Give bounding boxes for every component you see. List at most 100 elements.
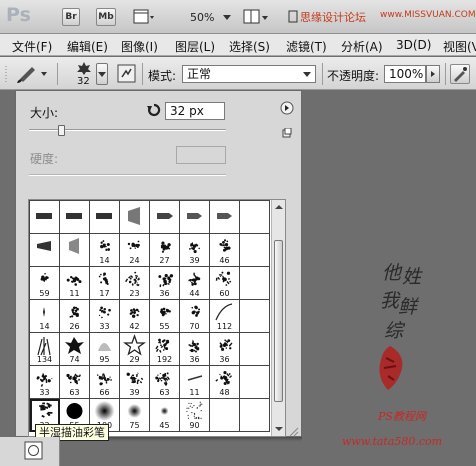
brush-picker-toggle[interactable] [96, 63, 108, 85]
menu-view[interactable]: 视图(V) [443, 38, 476, 55]
brush-preset-4-2[interactable]: 95 [90, 333, 120, 366]
opacity-input[interactable]: 100% [384, 65, 426, 83]
brush-preset-3-4[interactable]: 55 [150, 300, 180, 333]
brush-preset-2-5[interactable]: 44 [180, 267, 210, 300]
brush-preset-3-7[interactable] [240, 300, 270, 333]
brush-preset-0-1[interactable] [60, 201, 90, 234]
brush-tip-icon [128, 207, 140, 225]
brush-preset-2-2[interactable]: 17 [90, 267, 120, 300]
brush-list-scrollbar[interactable] [271, 200, 285, 436]
brush-preset-2-7[interactable] [240, 267, 270, 300]
quick-mask-icon[interactable] [24, 441, 44, 461]
menu-file[interactable]: 文件(F) [12, 38, 52, 55]
brush-preset-6-7[interactable] [240, 399, 270, 432]
panel-resize-grip[interactable] [287, 425, 299, 437]
brush-preset-0-4[interactable] [150, 201, 180, 234]
brush-preset-5-2[interactable]: 66 [90, 366, 120, 399]
brush-preset-2-6[interactable]: 60 [210, 267, 240, 300]
brush-preset-5-4[interactable]: 63 [150, 366, 180, 399]
brush-preset-6-4[interactable]: 45 [150, 399, 180, 432]
brush-preset-4-7[interactable] [240, 333, 270, 366]
new-preset-button[interactable] [282, 127, 292, 138]
brush-preset-0-2[interactable] [90, 201, 120, 234]
brush-preset-4-0[interactable]: 134 [30, 333, 60, 366]
brush-preset-3-2[interactable]: 33 [90, 300, 120, 333]
red-seal-icon [379, 346, 403, 390]
zoom-dropdown-icon[interactable] [223, 15, 231, 20]
reset-icon [147, 103, 161, 117]
brush-preset-6-5[interactable]: 90 [180, 399, 210, 432]
brush-preset-1-0[interactable] [30, 234, 60, 267]
scroll-up-icon[interactable] [272, 202, 286, 212]
chevron-right-icon [431, 71, 435, 77]
launch-minibridge-button[interactable]: Mb [96, 8, 116, 26]
brush-preset-5-6[interactable]: 48 [210, 366, 240, 399]
brush-preset-1-2[interactable]: 14 [90, 234, 120, 267]
brush-preset-5-3[interactable]: 39 [120, 366, 150, 399]
brush-panel-toggle[interactable] [117, 64, 137, 84]
options-grip[interactable] [4, 64, 10, 84]
menu-edit[interactable]: 编辑(E) [67, 38, 108, 55]
panel-menu-button[interactable] [280, 101, 294, 115]
brush-preset-1-4[interactable]: 27 [150, 234, 180, 267]
screen-mode-button[interactable] [288, 8, 298, 26]
brush-preset-5-7[interactable] [240, 366, 270, 399]
brush-preset-4-1[interactable]: 74 [60, 333, 90, 366]
brush-preset-5-5[interactable]: 11 [180, 366, 210, 399]
brush-preset-1-6[interactable]: 46 [210, 234, 240, 267]
reset-size-button[interactable] [147, 103, 161, 117]
brush-preset-4-4[interactable]: 192 [150, 333, 180, 366]
scrollbar-thumb[interactable] [274, 240, 283, 402]
brush-preset-2-1[interactable]: 11 [60, 267, 90, 300]
blend-mode-select[interactable]: 正常 [182, 65, 316, 83]
arrange-documents-button[interactable] [243, 8, 271, 26]
brush-size-readout: 32 [77, 76, 90, 87]
opacity-slider-button[interactable] [426, 65, 440, 83]
launch-bridge-button[interactable]: Br [62, 8, 80, 26]
size-slider-thumb[interactable] [57, 125, 65, 136]
menu-select[interactable]: 选择(S) [229, 38, 270, 55]
brush-preset-0-7[interactable] [240, 201, 270, 234]
menu-filter[interactable]: 滤镜(T) [286, 38, 327, 55]
brush-preset-4-5[interactable]: 36 [180, 333, 210, 366]
brush-preset-preview[interactable]: 32 [74, 60, 94, 88]
airbrush-toggle[interactable] [450, 64, 470, 84]
brush-preset-0-3[interactable] [120, 201, 150, 234]
brush-preset-6-3[interactable]: 75 [120, 399, 150, 432]
brush-preset-0-0[interactable] [30, 201, 60, 234]
tool-preset-picker[interactable] [14, 63, 50, 85]
brush-preset-3-3[interactable]: 42 [120, 300, 150, 333]
scroll-down-icon[interactable] [272, 424, 286, 434]
brush-preset-0-6[interactable] [210, 201, 240, 234]
brush-preset-1-5[interactable]: 39 [180, 234, 210, 267]
brush-preset-1-1[interactable] [60, 234, 90, 267]
brush-size-label: 192 [156, 355, 173, 364]
brush-size-label: 70 [189, 322, 200, 331]
zoom-level[interactable]: 50% [190, 11, 214, 24]
brush-preset-5-0[interactable]: 33 [30, 366, 60, 399]
brush-preset-2-4[interactable]: 36 [150, 267, 180, 300]
brush-preset-1-3[interactable]: 24 [120, 234, 150, 267]
brush-preset-0-5[interactable] [180, 201, 210, 234]
brush-preset-3-0[interactable]: 14 [30, 300, 60, 333]
brush-preset-3-1[interactable]: 26 [60, 300, 90, 333]
extras-menu-button[interactable] [133, 8, 155, 26]
menu-layer[interactable]: 图层(L) [175, 38, 215, 55]
brush-tip-icon [69, 238, 79, 254]
brush-preset-3-6[interactable]: 112 [210, 300, 240, 333]
size-input[interactable]: 32 px [165, 102, 225, 120]
brush-size-label: 33 [99, 322, 110, 331]
brush-preset-2-3[interactable]: 23 [120, 267, 150, 300]
menu-analysis[interactable]: 分析(A) [341, 38, 383, 55]
menu-3d[interactable]: 3D(D) [396, 38, 431, 52]
brush-preset-6-6[interactable] [210, 399, 240, 432]
brush-preset-2-0[interactable]: 59 [30, 267, 60, 300]
brush-preset-1-7[interactable] [240, 234, 270, 267]
brush-size-label: 14 [99, 256, 110, 265]
document-canvas-area[interactable]: 他 姓 我 鲜 综 PS教程网 www.tata580.com [302, 90, 476, 466]
brush-preset-5-1[interactable]: 63 [60, 366, 90, 399]
brush-preset-4-6[interactable]: 36 [210, 333, 240, 366]
brush-preset-3-5[interactable]: 70 [180, 300, 210, 333]
menu-image[interactable]: 图像(I) [121, 38, 158, 55]
brush-preset-4-3[interactable]: 29 [120, 333, 150, 366]
